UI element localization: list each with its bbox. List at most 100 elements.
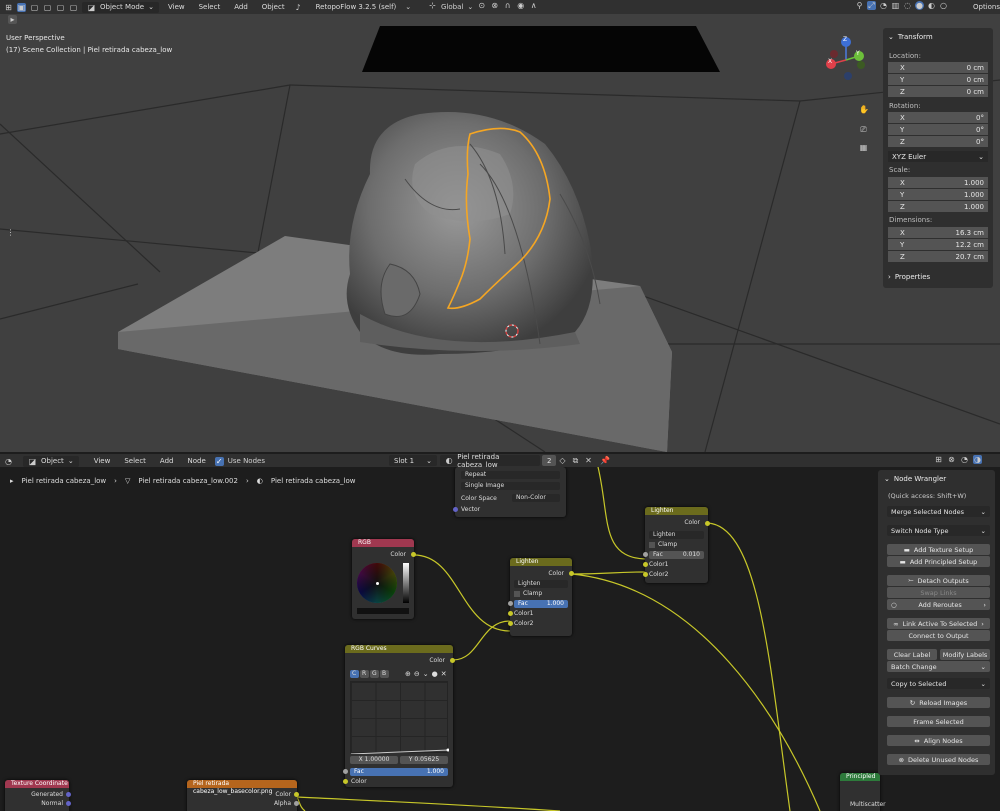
cursor-tool-icon[interactable]: ▸: [8, 15, 17, 24]
orientation-icon[interactable]: ⊹: [428, 1, 437, 10]
alpha-output-socket[interactable]: [294, 801, 299, 806]
rendered-icon[interactable]: ○: [939, 1, 948, 10]
node-header[interactable]: Principled: [840, 773, 880, 781]
reload-images-button[interactable]: ↻ Reload Images: [887, 697, 990, 708]
panel-title[interactable]: Transform: [898, 33, 933, 41]
menu-object[interactable]: Object: [257, 3, 290, 11]
shader-type-dropdown[interactable]: ◪ Object ⌄: [23, 455, 79, 467]
menu-node[interactable]: Node: [182, 457, 210, 465]
node-header[interactable]: Piel retirada cabeza_low_basecolor.png: [187, 780, 297, 795]
color1-socket[interactable]: [508, 611, 513, 616]
principled-bsdf-node[interactable]: Principled Multiscatter: [840, 773, 886, 811]
grid-icon[interactable]: ▦: [859, 143, 868, 152]
fac-socket[interactable]: [343, 769, 348, 774]
copy-to-selected-dropdown[interactable]: Copy to Selected ⌄: [887, 678, 990, 689]
checkbox-checked-icon[interactable]: ✓: [214, 456, 224, 466]
gizmo-icon[interactable]: ⤢: [867, 1, 876, 10]
tab-b[interactable]: B: [380, 670, 389, 678]
link-active-to-selected-button[interactable]: ∞ Link Active To Selected ›: [887, 618, 990, 629]
color-output-socket[interactable]: [411, 552, 416, 557]
expand-icon[interactable]: ⊞: [934, 455, 943, 464]
menu-select[interactable]: Select: [119, 457, 151, 465]
colorspace-dropdown[interactable]: Non-Color: [512, 494, 560, 502]
fac-field[interactable]: Fac 1.000: [514, 600, 568, 608]
delete-unused-nodes-button[interactable]: ⊗ Delete Unused Nodes: [887, 754, 990, 765]
retopoflow-icon[interactable]: ♪: [294, 3, 303, 12]
proportional-icon[interactable]: ◉: [516, 1, 525, 10]
swap-links-button[interactable]: Swap Links: [887, 587, 990, 598]
falloff-icon[interactable]: ∧: [529, 1, 538, 10]
rotation-mode-dropdown[interactable]: XYZ Euler ⌄: [888, 151, 988, 162]
rotation-x-field[interactable]: X 0°: [888, 112, 988, 123]
menu-view[interactable]: View: [89, 457, 116, 465]
overlay-icon[interactable]: ◔: [960, 455, 969, 464]
reset-icon[interactable]: ✕: [441, 670, 447, 678]
menu-add[interactable]: Add: [155, 457, 179, 465]
fac-field[interactable]: Fac 0.010: [649, 551, 704, 559]
node-header[interactable]: RGB Curves: [345, 645, 453, 653]
image-texture-node-top[interactable]: Repeat Single Image Color Space Non-Colo…: [453, 467, 566, 517]
node-header[interactable]: RGB: [352, 539, 414, 547]
scale-x-field[interactable]: X 1.000: [888, 177, 988, 188]
location-y-field[interactable]: Y0 cm: [888, 74, 988, 85]
material-selector[interactable]: ◐ Piel retirada cabeza_low: [440, 453, 540, 469]
detach-outputs-button[interactable]: ⤚ Detach Outputs: [887, 575, 990, 586]
color-output-socket[interactable]: [450, 658, 455, 663]
close-icon[interactable]: ✕: [584, 456, 593, 465]
orientation-dropdown[interactable]: Global: [441, 1, 463, 13]
3d-viewport[interactable]: User Perspective (17) Scene Collection |…: [0, 14, 1000, 452]
clip-icon[interactable]: ●: [432, 670, 438, 678]
batch-change-dropdown[interactable]: Batch Change ⌄: [887, 661, 990, 672]
panel-title[interactable]: Node Wrangler: [894, 475, 946, 483]
point-y-field[interactable]: Y 0.05625: [400, 756, 448, 764]
select-mode-icon[interactable]: ▢: [43, 3, 52, 12]
rotation-y-field[interactable]: Y 0°: [888, 124, 988, 135]
color1-socket[interactable]: [643, 562, 648, 567]
blend-type-dropdown[interactable]: Lighten: [514, 580, 568, 588]
switch-node-type-dropdown[interactable]: Switch Node Type ⌄: [887, 525, 990, 536]
backdrop-icon[interactable]: ◑: [973, 455, 982, 464]
menu-add[interactable]: Add: [229, 3, 253, 11]
snap-icon[interactable]: ⊗: [947, 455, 956, 464]
pivot-icon[interactable]: ⊙: [477, 1, 486, 10]
zoom-in-icon[interactable]: ⊕: [405, 670, 411, 678]
dimension-x-field[interactable]: X 16.3 cm: [888, 227, 988, 238]
normal-socket[interactable]: [66, 801, 71, 806]
editor-type-icon[interactable]: ⊞: [4, 3, 13, 12]
collapse-chevron-icon[interactable]: ⌄: [888, 33, 894, 41]
node-header[interactable]: Lighten: [510, 558, 572, 566]
dimension-y-field[interactable]: Y 12.2 cm: [888, 239, 988, 250]
properties-subpanel[interactable]: Properties: [895, 273, 930, 281]
point-x-field[interactable]: X 1.00000: [350, 756, 398, 764]
fac-socket[interactable]: [508, 601, 513, 606]
clamp-checkbox[interactable]: [514, 591, 520, 597]
toolbar-toggle-icon[interactable]: ⋮: [6, 228, 15, 237]
menu-view[interactable]: View: [163, 3, 190, 11]
rotation-z-field[interactable]: Z 0°: [888, 136, 988, 147]
dimension-z-field[interactable]: Z 20.7 cm: [888, 251, 988, 262]
wireframe-icon[interactable]: ◌: [903, 1, 912, 10]
node-header[interactable]: Lighten: [645, 507, 708, 515]
vector-socket[interactable]: [453, 507, 458, 512]
add-texture-setup-button[interactable]: ▬ Add Texture Setup: [887, 544, 990, 555]
scale-y-field[interactable]: Y 1.000: [888, 189, 988, 200]
menu-select[interactable]: Select: [194, 3, 226, 11]
tab-g[interactable]: G: [370, 670, 379, 678]
select-mode-icon[interactable]: ▢: [56, 3, 65, 12]
slot-dropdown[interactable]: Slot 1 ⌄: [389, 455, 437, 466]
extension-dropdown[interactable]: Repeat: [461, 471, 560, 479]
clear-label-button[interactable]: Clear Label: [887, 649, 937, 660]
location-z-field[interactable]: Z0 cm: [888, 86, 988, 97]
mode-dropdown[interactable]: ◪ Object Mode ⌄: [82, 1, 159, 13]
zoom-out-icon[interactable]: ⊖: [414, 670, 420, 678]
scale-z-field[interactable]: Z 1.000: [888, 201, 988, 212]
color-output-socket[interactable]: [569, 571, 574, 576]
material-users-count[interactable]: 2: [542, 455, 557, 466]
connect-to-output-button[interactable]: Connect to Output: [887, 630, 990, 641]
tab-r[interactable]: R: [360, 670, 369, 678]
magnet-icon[interactable]: ∩: [503, 1, 512, 10]
color-input-socket[interactable]: [343, 779, 348, 784]
align-nodes-button[interactable]: ⇹ Align Nodes: [887, 735, 990, 746]
color-output-socket[interactable]: [294, 792, 299, 797]
add-principled-setup-button[interactable]: ▬ Add Principled Setup: [887, 556, 990, 567]
